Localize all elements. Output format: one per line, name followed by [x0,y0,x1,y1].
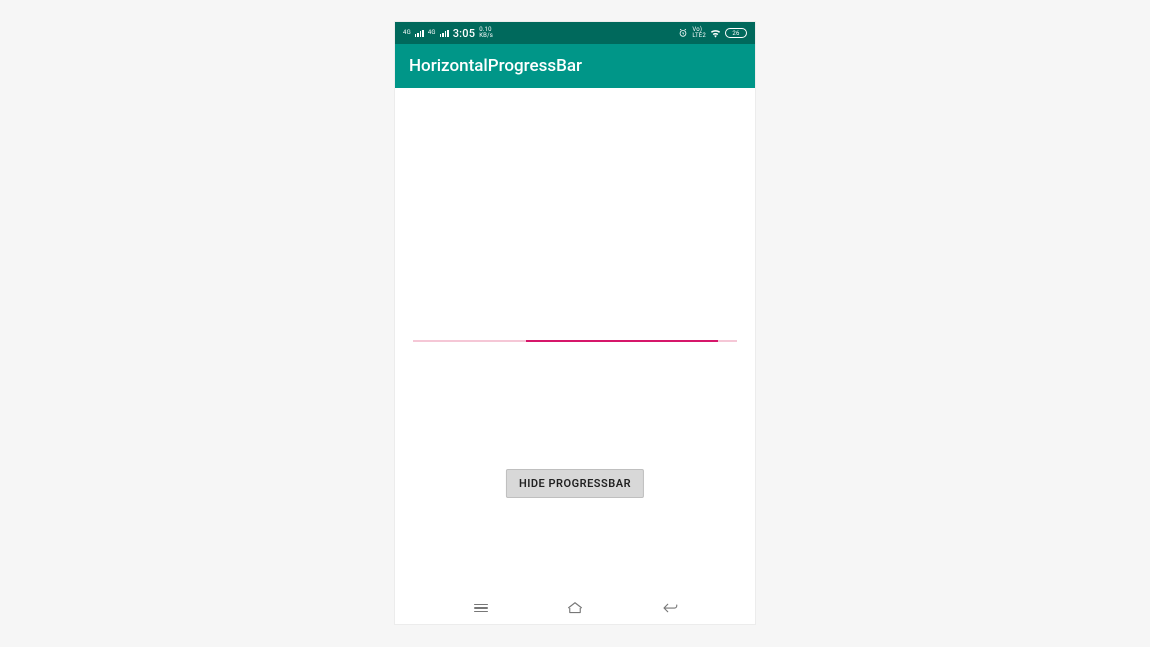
alarm-icon [678,28,688,38]
battery-icon: 26 [725,28,747,38]
horizontal-progress-bar [413,340,737,342]
signal-bars-icon-1 [415,29,424,37]
signal-4g-1: 4G [403,30,411,36]
back-icon[interactable] [661,601,679,615]
phone-frame: 4G 4G 3:05 0.10 KB/s Vo) LTE2 [395,22,755,624]
app-content: HIDE PROGRESSBAR [395,88,755,592]
battery-level: 26 [732,30,739,37]
navigation-bar [395,592,755,624]
volte-bottom: LTE2 [692,33,706,39]
data-rate: 0.10 KB/s [479,27,493,39]
hide-progressbar-button[interactable]: HIDE PROGRESSBAR [506,469,644,498]
app-bar: HorizontalProgressBar [395,44,755,88]
phone-screen: 4G 4G 3:05 0.10 KB/s Vo) LTE2 [395,22,755,592]
status-bar: 4G 4G 3:05 0.10 KB/s Vo) LTE2 [395,22,755,44]
status-bar-left: 4G 4G 3:05 0.10 KB/s [403,27,493,40]
progress-indicator [526,340,717,342]
signal-4g-2: 4G [428,30,436,36]
recent-apps-icon[interactable] [472,601,490,615]
signal-bars-icon-2 [440,29,449,37]
status-bar-right: Vo) LTE2 26 [678,27,747,39]
data-rate-bottom: KB/s [479,33,493,39]
home-icon[interactable] [566,601,584,615]
wifi-icon [710,29,721,38]
volte-label: Vo) LTE2 [692,27,706,39]
status-clock: 3:05 [453,27,475,40]
app-title: HorizontalProgressBar [409,56,582,76]
